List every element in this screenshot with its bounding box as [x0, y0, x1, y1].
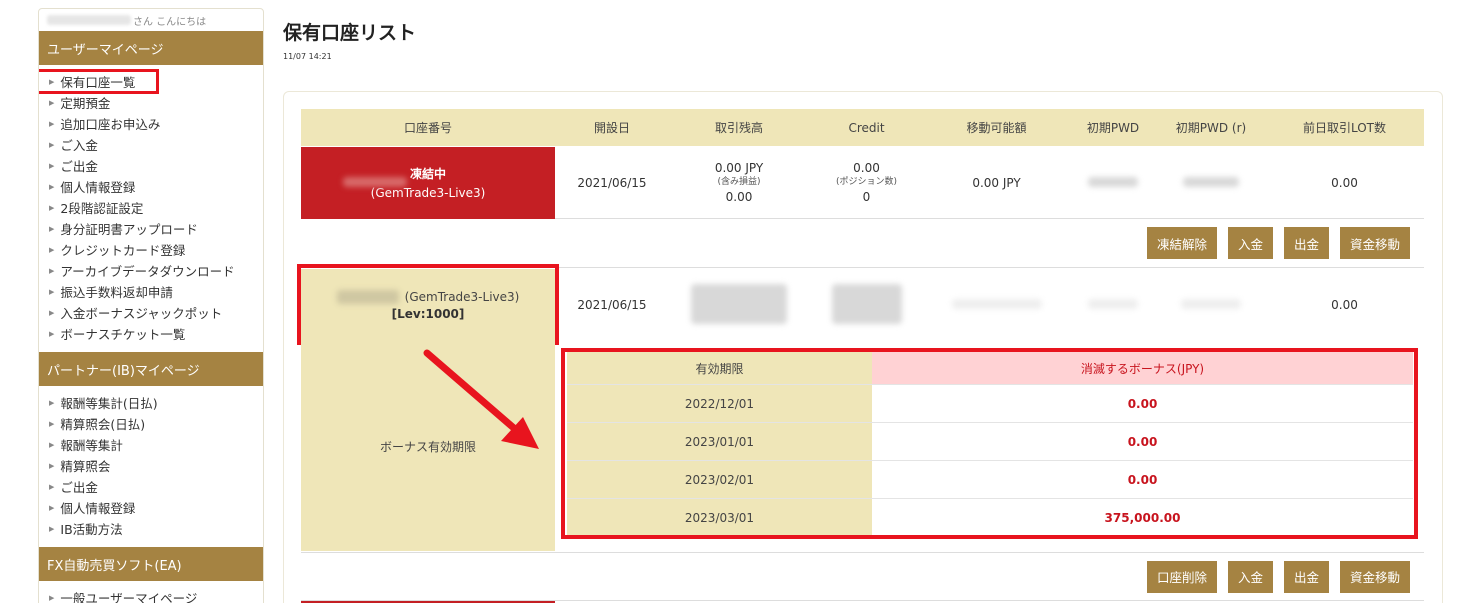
col-movable: 移動可能額 — [966, 121, 1027, 135]
menu-item-ib-withdraw[interactable]: ▶ ご出金 — [39, 476, 263, 497]
menu-item-ib-profile[interactable]: ▶ 個人情報登録 — [39, 497, 263, 518]
col-account-number: 口座番号 — [403, 121, 452, 135]
menu-item-fee-refund[interactable]: ▶ 振込手数料返却申請 — [39, 281, 263, 302]
highlight-box-bonus — [561, 348, 1418, 539]
highlight-box-account — [297, 264, 559, 345]
caret-right-icon: ▶ — [49, 98, 55, 107]
init-pwd-blurred — [1069, 298, 1157, 312]
frozen-status: 凍結中 — [409, 167, 446, 181]
menu-item-ib-howto[interactable]: ▶ IB活動方法 — [39, 518, 263, 539]
init-pwd-r-blurred — [1157, 176, 1265, 190]
menu-item-account-list[interactable]: ▶ 保有口座一覧 — [39, 69, 159, 94]
section-header-partner: パートナー(IB)マイページ — [39, 352, 263, 386]
greeting: さん こんにちは — [39, 9, 263, 31]
col-prev-lot: 前日取引LOT数 — [1302, 121, 1387, 135]
table-row: 凍結中 (GemTrade3-Live3) 2021/06/15 0.00 JP… — [301, 146, 1424, 219]
caret-right-icon: ▶ — [49, 182, 55, 191]
caret-right-icon: ▶ — [49, 482, 55, 491]
menu-item-settlement[interactable]: ▶ 精算照会 — [39, 455, 263, 476]
init-pwd-r-blurred — [1157, 298, 1265, 312]
open-date: 2021/06/15 — [577, 175, 647, 190]
menu-item-settlement-daily[interactable]: ▶ 精算照会(日払) — [39, 413, 263, 434]
delete-account-button[interactable]: 口座削除 — [1146, 560, 1217, 593]
col-open-date: 開設日 — [593, 121, 630, 135]
transfer-button[interactable]: 資金移動 — [1339, 560, 1410, 593]
menu-item-id-upload[interactable]: ▶ 身分証明書アップロード — [39, 218, 263, 239]
caret-right-icon: ▶ — [49, 224, 55, 233]
caret-right-icon: ▶ — [49, 266, 55, 275]
menu-item-fixed-deposit[interactable]: ▶ 定期預金 — [39, 92, 263, 113]
withdraw-button[interactable]: 出金 — [1283, 560, 1329, 593]
caret-right-icon: ▶ — [49, 77, 55, 86]
menu-item-reward[interactable]: ▶ 報酬等集計 — [39, 434, 263, 455]
col-credit: Credit — [848, 120, 885, 135]
unfreeze-button[interactable]: 凍結解除 — [1146, 227, 1217, 259]
caret-right-icon: ▶ — [49, 524, 55, 533]
withdraw-button[interactable]: 出金 — [1283, 227, 1329, 259]
balance-blurred — [669, 283, 809, 327]
account-frozen-cell: 凍結中 (GemTrade3-Live3) — [301, 146, 555, 219]
col-init-pwd-r: 初期PWD (r) — [1175, 121, 1247, 135]
caret-right-icon: ▶ — [49, 287, 55, 296]
account-number-blurred — [343, 176, 407, 187]
caret-right-icon: ▶ — [49, 398, 55, 407]
menu-item-reward-daily[interactable]: ▶ 報酬等集計(日払) — [39, 392, 263, 413]
sidebar: さん こんにちは ユーザーマイページ ▶ 保有口座一覧 ▶ 定期預金 ▶ 追加口座お申… — [38, 8, 264, 603]
menu-item-general-user-page[interactable]: ▶ 一般ユーザーマイページ — [39, 587, 263, 603]
menu-item-deposit[interactable]: ▶ ご入金 — [39, 134, 263, 155]
menu-item-jackpot[interactable]: ▶ 入金ボーナスジャックポット — [39, 302, 263, 323]
credit-blurred — [809, 283, 924, 327]
col-init-pwd: 初期PWD — [1086, 121, 1140, 135]
partner-menu: ▶ 報酬等集計(日払) ▶ 精算照会(日払) ▶ 報酬等集計 ▶ 精算照会 ▶ ご出金 ▶… — [39, 386, 263, 547]
user-menu: ▶ 保有口座一覧 ▶ 定期預金 ▶ 追加口座お申込み ▶ ご入金 ▶ ご出金 ▶ 個人情報登… — [39, 65, 263, 352]
section-header-ea: FX自動売買ソフト(EA) — [39, 547, 263, 581]
open-date: 2021/06/15 — [577, 298, 647, 312]
menu-item-profile[interactable]: ▶ 個人情報登録 — [39, 176, 263, 197]
balance-cell: 0.00 JPY (含み損益) 0.00 — [714, 161, 764, 204]
server-name: (GemTrade3-Live3) — [370, 186, 486, 200]
menu-item-archive-download[interactable]: ▶ アーカイブデータダウンロード — [39, 260, 263, 281]
prev-lot: 0.00 — [1331, 175, 1358, 190]
credit-cell: 0.00 (ポジション数) 0 — [835, 161, 898, 204]
page-timestamp: 11/07 14:21 — [283, 52, 332, 61]
row1-actions: 凍結解除 入金 出金 資金移動 — [301, 219, 1424, 268]
movable-amount: 0.00 JPY — [972, 175, 1021, 190]
transfer-button[interactable]: 資金移動 — [1339, 227, 1410, 259]
prev-lot: 0.00 — [1331, 298, 1358, 312]
caret-right-icon: ▶ — [49, 203, 55, 212]
menu-item-withdraw[interactable]: ▶ ご出金 — [39, 155, 263, 176]
caret-right-icon: ▶ — [49, 440, 55, 449]
arrow-annotation-icon — [423, 349, 539, 449]
caret-right-icon: ▶ — [49, 503, 55, 512]
movable-blurred — [924, 298, 1069, 312]
user-name-blurred — [47, 15, 131, 25]
col-balance: 取引残高 — [714, 121, 763, 135]
caret-right-icon: ▶ — [49, 308, 55, 317]
table-header: 口座番号 開設日 取引残高 Credit 移動可能額 初期PWD 初期PWD (… — [301, 109, 1424, 146]
caret-right-icon: ▶ — [49, 161, 55, 170]
deposit-button[interactable]: 入金 — [1227, 560, 1273, 593]
caret-right-icon: ▶ — [49, 419, 55, 428]
row2-actions: 口座削除 入金 出金 資金移動 — [301, 552, 1424, 601]
ea-menu: ▶ 一般ユーザーマイページ — [39, 581, 263, 603]
menu-item-add-account[interactable]: ▶ 追加口座お申込み — [39, 113, 263, 134]
caret-right-icon: ▶ — [49, 461, 55, 470]
menu-item-credit-card[interactable]: ▶ クレジットカード登録 — [39, 239, 263, 260]
init-pwd-blurred — [1069, 176, 1157, 190]
caret-right-icon: ▶ — [49, 119, 55, 128]
menu-item-2fa[interactable]: ▶ 2段階認証設定 — [39, 197, 263, 218]
page-title: 保有口座リスト — [283, 22, 417, 44]
section-header-user: ユーザーマイページ — [39, 31, 263, 65]
caret-right-icon: ▶ — [49, 245, 55, 254]
caret-right-icon: ▶ — [49, 329, 55, 338]
caret-right-icon: ▶ — [49, 140, 55, 149]
menu-item-bonus-tickets[interactable]: ▶ ボーナスチケット一覧 — [39, 323, 263, 344]
caret-right-icon: ▶ — [49, 593, 55, 602]
deposit-button[interactable]: 入金 — [1227, 227, 1273, 259]
